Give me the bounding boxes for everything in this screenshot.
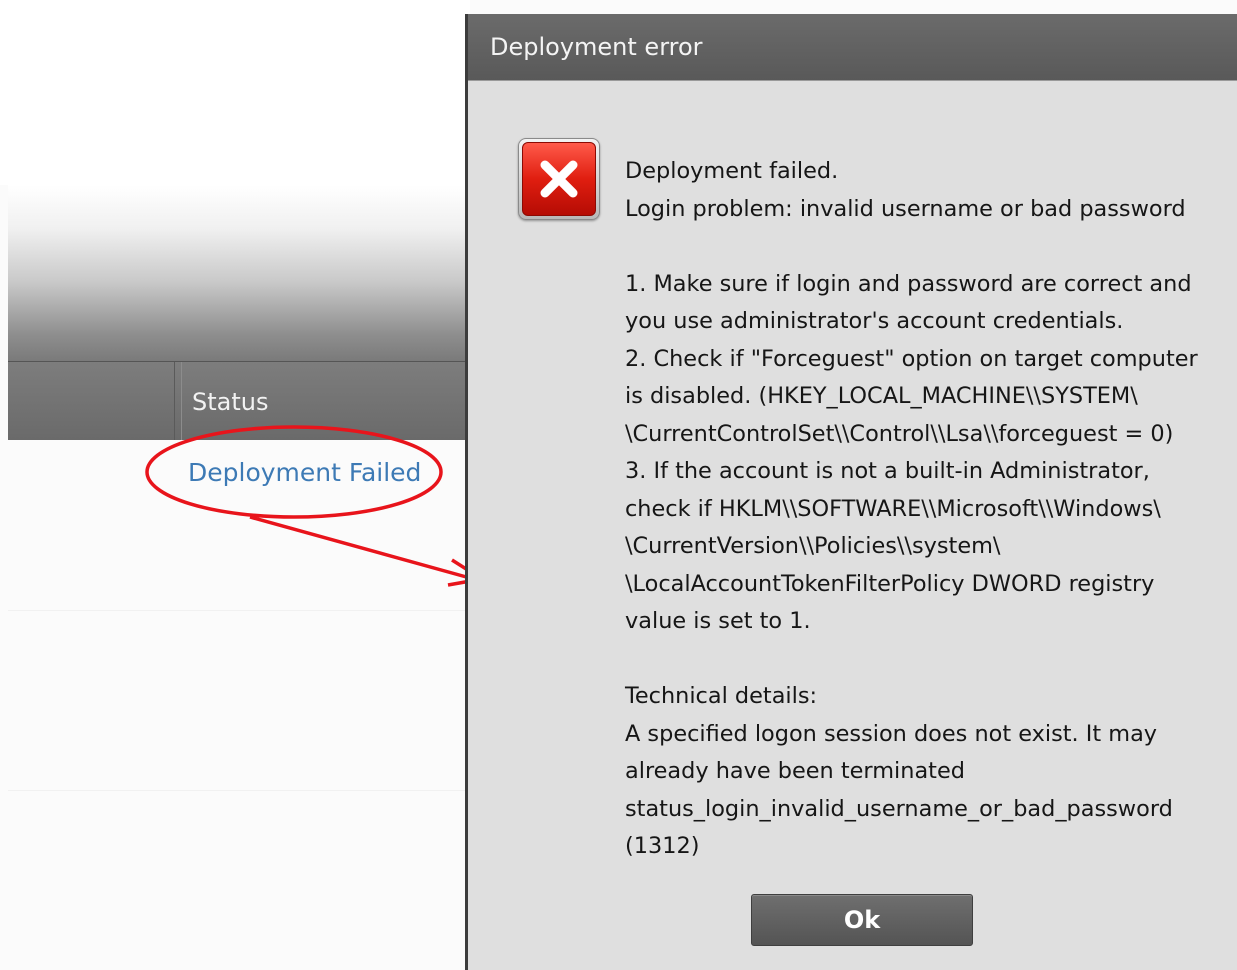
message-line: check if HKLM\\SOFTWARE\\Microsoft\\Wind… xyxy=(625,495,1161,522)
message-line: 1. Make sure if login and password are c… xyxy=(625,270,1192,297)
status-column-header[interactable]: Status xyxy=(192,388,268,416)
message-line: is disabled. (HKEY_LOCAL_MACHINE\\SYSTEM… xyxy=(625,383,1138,409)
row-divider xyxy=(8,610,470,611)
ok-button[interactable]: Ok xyxy=(751,894,973,946)
message-line: \LocalAccountTokenFilterPolicy DWORD reg… xyxy=(625,570,1155,597)
message-line: A specified logon session does not exist… xyxy=(625,720,1158,747)
message-line: Deployment failed. xyxy=(625,158,839,184)
message-line: you use administrator's account credenti… xyxy=(625,308,1124,334)
background-blank-area xyxy=(0,0,470,185)
dialog-title: Deployment error xyxy=(490,33,703,61)
deployment-error-dialog: Deployment error Deployment failed. Logi… xyxy=(465,14,1237,970)
toolbar-gradient-band xyxy=(8,185,470,361)
error-icon-body xyxy=(522,142,596,216)
message-line: Login problem: invalid username or bad p… xyxy=(625,195,1186,222)
table-header-row: Status xyxy=(8,361,470,441)
message-line: status_login_invalid_username_or_bad_pas… xyxy=(625,795,1173,822)
column-separator[interactable] xyxy=(174,362,182,441)
deployment-failed-link[interactable]: Deployment Failed xyxy=(188,458,421,487)
dialog-title-bar[interactable]: Deployment error xyxy=(468,14,1237,81)
error-message: Deployment failed. Login problem: invali… xyxy=(625,153,1225,866)
message-line: \CurrentControlSet\\Control\\Lsa\\forceg… xyxy=(625,420,1174,447)
row-divider xyxy=(8,790,470,791)
screenshot-stage: Status Deployment Failed Deployment erro… xyxy=(0,0,1237,970)
table-body xyxy=(8,440,470,970)
message-line: already have been terminated xyxy=(625,758,965,784)
message-line: (1312) xyxy=(625,833,700,859)
message-line: \CurrentVersion\\Policies\\system\ xyxy=(625,533,1001,559)
message-line: value is set to 1. xyxy=(625,608,811,634)
message-line: 3. If the account is not a built-in Admi… xyxy=(625,458,1150,484)
message-line: 2. Check if "Forceguest" option on targe… xyxy=(625,345,1198,372)
error-x-icon xyxy=(518,138,600,220)
message-line: Technical details: xyxy=(625,683,818,709)
error-x-glyph xyxy=(540,160,578,198)
